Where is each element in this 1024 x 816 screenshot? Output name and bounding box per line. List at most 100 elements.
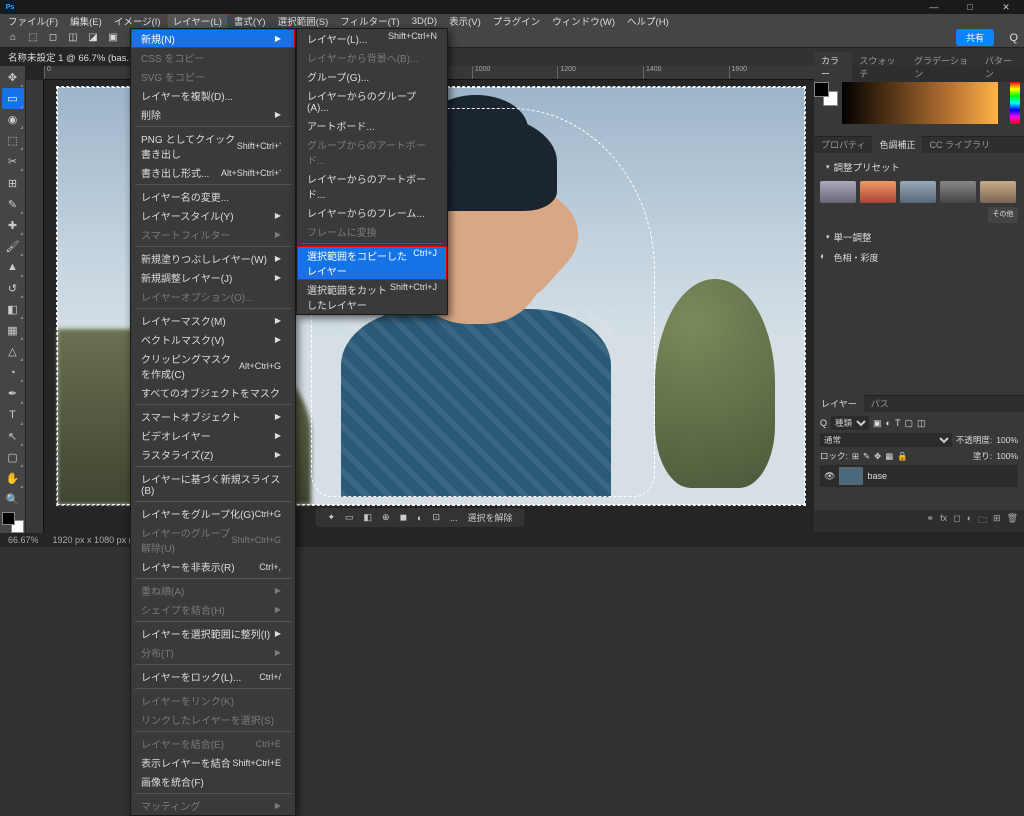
- menu-item[interactable]: ラスタライズ(Z)▶: [131, 445, 295, 464]
- menu-window[interactable]: ウィンドウ(W): [546, 13, 621, 29]
- filter-icon[interactable]: ◫: [917, 418, 926, 429]
- layer-thumbnail[interactable]: [839, 467, 863, 485]
- pen-tool[interactable]: ✒: [2, 383, 24, 404]
- gradient-tool[interactable]: ▦: [2, 320, 24, 341]
- menu-item[interactable]: ビデオレイヤー▶: [131, 426, 295, 445]
- blend-mode[interactable]: 通常: [820, 433, 952, 447]
- submenu-item[interactable]: グループ(G)...: [297, 67, 447, 86]
- submenu-item[interactable]: 選択範囲をコピーしたレイヤーCtrl+J: [297, 246, 447, 280]
- zoom-tool[interactable]: 🔍: [2, 489, 24, 510]
- color-field[interactable]: [842, 82, 998, 124]
- tab-patterns[interactable]: パターン: [978, 52, 1024, 82]
- filter-icon[interactable]: ▢: [904, 418, 913, 429]
- history-brush-tool[interactable]: ↺: [2, 278, 24, 299]
- tab-properties[interactable]: プロパティ: [814, 136, 872, 153]
- menu-item[interactable]: 画像を統合(F): [131, 772, 295, 791]
- boolean-new-icon[interactable]: ◻: [46, 31, 60, 45]
- adjustment-icon[interactable]: ◐: [967, 513, 972, 529]
- menu-type[interactable]: 書式(Y): [228, 13, 272, 29]
- menu-item[interactable]: すべてのオブジェクトをマスク: [131, 383, 295, 402]
- ctx-icon[interactable]: ⊡: [432, 512, 440, 523]
- object-select-tool[interactable]: ⬚: [2, 130, 24, 151]
- type-tool[interactable]: T: [2, 405, 24, 426]
- close-button[interactable]: ✕: [988, 0, 1024, 14]
- search-icon[interactable]: Q: [1009, 32, 1018, 44]
- tab-layers[interactable]: レイヤー: [814, 395, 864, 412]
- folder-icon[interactable]: 🗀: [978, 513, 987, 529]
- healing-tool[interactable]: ✚: [2, 215, 24, 236]
- menu-item[interactable]: スマートオブジェクト▶: [131, 407, 295, 426]
- lock-icon[interactable]: ✎: [863, 451, 870, 462]
- filter-icon[interactable]: ▣: [873, 418, 882, 429]
- menu-view[interactable]: 表示(V): [443, 13, 487, 29]
- ctx-deselect[interactable]: 選択を解除: [468, 511, 513, 524]
- lock-icon[interactable]: ✥: [874, 451, 881, 462]
- menu-item[interactable]: レイヤーをグループ化(G)Ctrl+G: [131, 504, 295, 523]
- tool-preset-icon[interactable]: ⬚: [26, 31, 40, 45]
- fill-value[interactable]: 100%: [996, 451, 1018, 461]
- opacity-value[interactable]: 100%: [996, 435, 1018, 445]
- menu-item[interactable]: レイヤーを複製(D)...: [131, 86, 295, 105]
- contextual-task-bar[interactable]: ✦ ▭ ◧ ⊕ ◼ ◐ ⊡ ... 選択を解除: [315, 508, 524, 527]
- new-layer-icon[interactable]: ⊞: [993, 513, 1001, 529]
- zoom-level[interactable]: 66.67%: [8, 535, 39, 545]
- path-tool[interactable]: ↖: [2, 426, 24, 447]
- menu-help[interactable]: ヘルプ(H): [621, 13, 675, 29]
- single-adjust-header[interactable]: ▾単一調整: [820, 227, 1018, 247]
- adjust-presets-header[interactable]: ▾調整プリセット: [820, 157, 1018, 177]
- adjust-presets[interactable]: [820, 181, 1018, 203]
- menu-file[interactable]: ファイル(F): [2, 13, 64, 29]
- menu-item[interactable]: レイヤースタイル(Y)▶: [131, 206, 295, 225]
- menu-item[interactable]: 新規(N)▶: [131, 29, 295, 48]
- lock-icon[interactable]: ⊞: [852, 451, 859, 462]
- boolean-intersect-icon[interactable]: ▣: [106, 31, 120, 45]
- other-presets[interactable]: その他: [988, 207, 1018, 223]
- tab-color[interactable]: カラー: [814, 52, 852, 82]
- ctx-icon[interactable]: ▭: [345, 512, 354, 523]
- blur-tool[interactable]: △: [2, 341, 24, 362]
- menu-3d[interactable]: 3D(D): [406, 15, 443, 28]
- foreground-background-color[interactable]: [2, 512, 24, 533]
- menu-item[interactable]: レイヤーを選択範囲に整列(I)▶: [131, 624, 295, 643]
- submenu-item[interactable]: アートボード...: [297, 116, 447, 135]
- maximize-button[interactable]: □: [952, 0, 988, 14]
- mask-icon[interactable]: ◻: [953, 513, 960, 529]
- menu-filter[interactable]: フィルター(T): [334, 13, 405, 29]
- crop-tool[interactable]: ✂: [2, 151, 24, 172]
- menu-item[interactable]: クリッピングマスクを作成(C)Alt+Ctrl+G: [131, 349, 295, 383]
- brush-tool[interactable]: 🖌: [2, 236, 24, 257]
- layer-name[interactable]: base: [867, 471, 887, 481]
- submenu-item[interactable]: レイヤーからのフレーム...: [297, 203, 447, 222]
- share-button[interactable]: 共有: [956, 29, 994, 46]
- frame-tool[interactable]: ⊞: [2, 172, 24, 193]
- layer-filter-kind[interactable]: 種類: [831, 416, 869, 430]
- menu-item[interactable]: 新規調整レイヤー(J)▶: [131, 268, 295, 287]
- marquee-tool[interactable]: ▭: [2, 88, 24, 109]
- menu-item[interactable]: PNG としてクイック書き出しShift+Ctrl+': [131, 129, 295, 163]
- lock-icon[interactable]: ▦: [885, 451, 893, 462]
- submenu-item[interactable]: レイヤー(L)...Shift+Ctrl+N: [297, 29, 447, 48]
- tab-adjustments[interactable]: 色調補正: [872, 136, 922, 153]
- trash-icon[interactable]: 🗑: [1007, 513, 1018, 529]
- visibility-icon[interactable]: 👁: [824, 471, 835, 482]
- tab-cclib[interactable]: CC ライブラリ: [922, 136, 997, 153]
- ctx-icon[interactable]: ◼: [400, 512, 407, 523]
- menu-layer[interactable]: レイヤー(L): [167, 13, 228, 29]
- tab-paths[interactable]: パス: [864, 395, 896, 412]
- layer-style-icon[interactable]: fx: [940, 513, 947, 529]
- boolean-add-icon[interactable]: ◫: [66, 31, 80, 45]
- menu-item[interactable]: レイヤー名の変更...: [131, 187, 295, 206]
- color-fg-bg[interactable]: [814, 82, 838, 106]
- menu-plugins[interactable]: プラグイン: [487, 13, 547, 29]
- ctx-icon[interactable]: ✦: [327, 512, 335, 523]
- layer-row[interactable]: 👁 base: [820, 465, 1018, 487]
- menu-item[interactable]: 削除▶: [131, 105, 295, 124]
- lock-icon[interactable]: 🔒: [897, 451, 908, 462]
- menu-item[interactable]: 新規塗りつぶしレイヤー(W)▶: [131, 249, 295, 268]
- menu-item[interactable]: レイヤーをロック(L)...Ctrl+/: [131, 667, 295, 686]
- lasso-tool[interactable]: ◉: [2, 109, 24, 130]
- shape-tool[interactable]: ▢: [2, 447, 24, 468]
- hue-sat-icon[interactable]: ◐: [820, 251, 825, 264]
- submenu-item[interactable]: レイヤーからのアートボード...: [297, 169, 447, 203]
- minimize-button[interactable]: —: [916, 0, 952, 14]
